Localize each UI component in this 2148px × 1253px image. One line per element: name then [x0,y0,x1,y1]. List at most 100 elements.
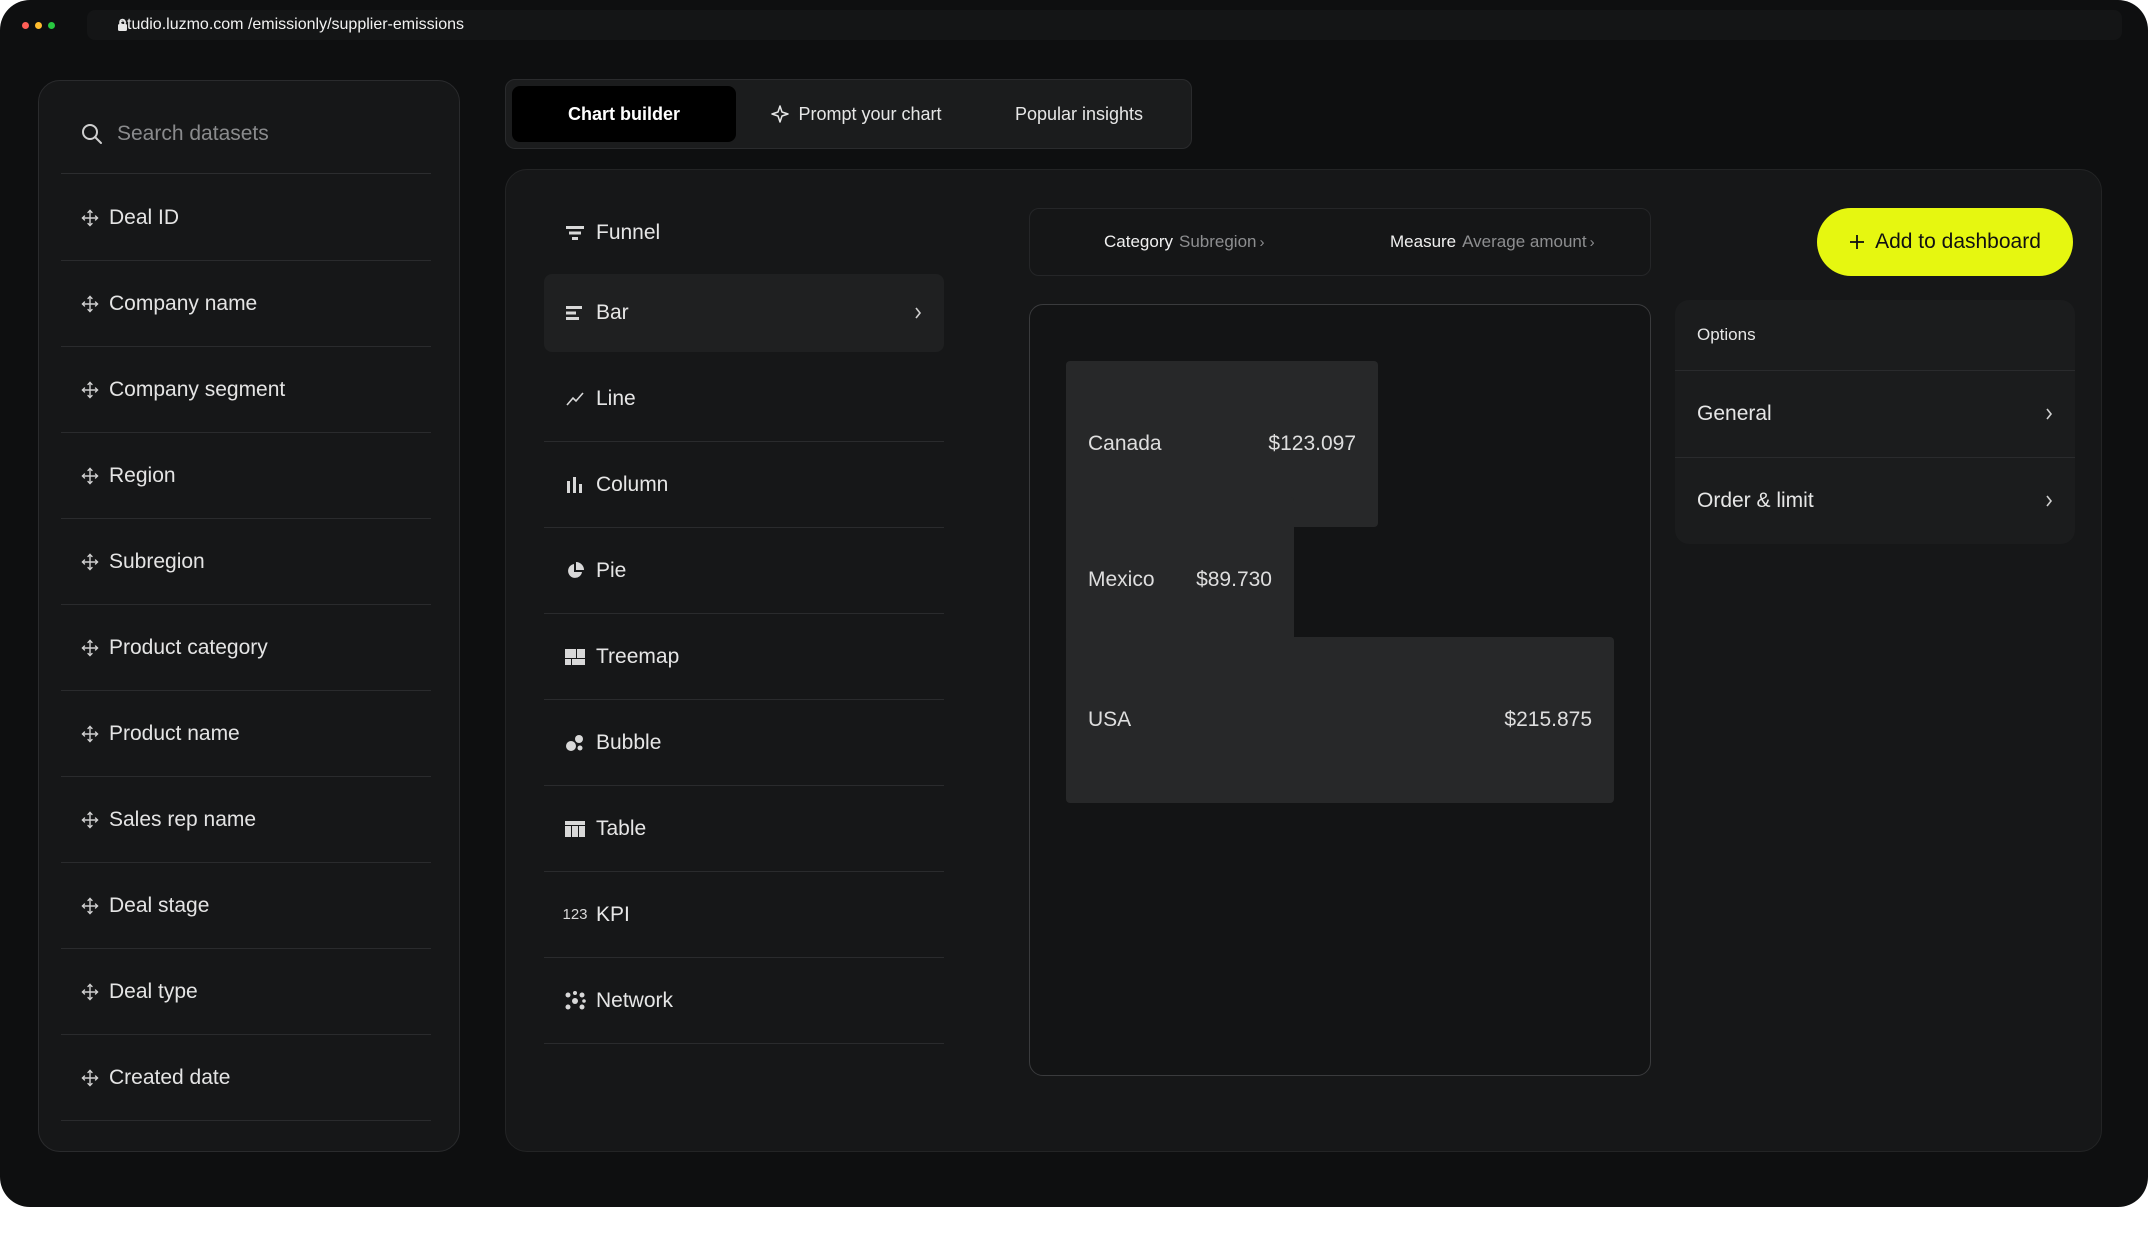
field-label: Company segment [109,377,286,401]
pie-icon [564,561,586,580]
chart-type-label: Line [596,386,636,410]
chart-type-funnel[interactable]: Funnel [544,192,944,274]
chevron-right-icon: › [1259,233,1265,251]
field-item[interactable]: Company name [61,261,431,347]
option-general[interactable]: General [1675,371,2075,458]
minimize-dot[interactable] [35,21,42,29]
address-bar[interactable]: studio.luzmo.com /emissionly/supplier-em… [87,10,2122,40]
bar-chart-preview: Canada $123.097 Mexico $89.730 USA $215.875 [1029,304,1651,1076]
field-item[interactable]: Sales rep name [61,777,431,863]
field-label: Deal ID [109,205,180,229]
bubble-icon [564,734,586,752]
chart-type-table[interactable]: Table [544,786,944,872]
chevron-right-icon [2045,489,2053,513]
slot-key: Category [1104,232,1173,251]
chart-type-line[interactable]: Line [544,356,944,442]
bar-category-label: Canada [1088,432,1162,455]
move-icon [81,811,99,829]
chart-type-kpi[interactable]: 123 KPI [544,872,944,958]
chevron-right-icon [2045,402,2053,426]
window-controls [22,21,55,29]
column-icon [564,476,586,493]
search-icon [82,124,102,144]
field-item[interactable]: Deal type [61,949,431,1035]
field-item[interactable]: Product category [61,605,431,691]
treemap-icon [564,648,586,665]
chart-type-label: Network [596,988,674,1012]
field-label: Product name [109,721,240,745]
field-label: Region [109,463,176,487]
bar-value-label: $123.097 [1268,432,1356,455]
field-item[interactable]: Created date [61,1035,431,1121]
move-icon [81,897,99,915]
bar-icon [564,305,586,321]
tab-label: Prompt your chart [798,103,942,124]
field-label: Created date [109,1065,231,1089]
builder-tabs: Chart builder Prompt your chart Popular … [505,79,1192,149]
chart-type-treemap[interactable]: Treemap [544,614,944,700]
field-label: Product category [109,635,268,659]
maximize-dot[interactable] [48,21,55,29]
move-icon [81,639,99,657]
slot-key: Measure [1390,232,1457,251]
chart-type-label: Pie [596,558,627,582]
tab-label: Popular insights [1014,103,1144,124]
slot-value: Subregion [1178,232,1257,251]
chart-type-label: Treemap [596,644,680,668]
bar-value-label: $215.875 [1504,708,1592,731]
close-dot[interactable] [22,21,29,29]
field-item[interactable]: Company segment [61,347,431,433]
search-datasets[interactable]: Search datasets [61,95,431,174]
chart-type-pie[interactable]: Pie [544,528,944,614]
field-label: Deal type [109,979,198,1003]
field-item[interactable]: Region [61,433,431,519]
bar-category-label: USA [1088,708,1132,731]
field-item[interactable]: Product name [61,691,431,777]
app-window: studio.luzmo.com /emissionly/supplier-em… [0,0,2148,1207]
field-item[interactable]: Deal stage [61,863,431,949]
bar-category-label: Mexico [1088,568,1155,591]
chart-type-label: Bubble [596,730,662,754]
tab-popular-insights[interactable]: Popular insights [974,86,1184,142]
category-slot[interactable]: Category Subregion › [1104,232,1265,252]
chart-type-bubble[interactable]: Bubble [544,700,944,786]
field-list: Deal ID Company name Company segment Region… [61,175,431,1121]
chart-type-label: Funnel [596,221,661,244]
field-item[interactable]: Deal ID [61,175,431,261]
line-icon [564,391,586,407]
search-input[interactable]: Search datasets [117,122,269,146]
move-icon [81,295,99,313]
chart-type-label: Table [596,816,647,840]
chart-type-label: KPI [596,902,630,926]
field-label: Company name [109,291,258,315]
option-label: Order & limit [1697,489,1814,512]
chart-type-bar[interactable]: Bar [544,274,944,352]
option-order-limit[interactable]: Order & limit [1675,458,2075,544]
dataset-sidebar: Search datasets Deal ID Company name Compa… [38,80,460,1152]
funnel-icon [564,225,586,241]
option-label: General [1697,402,1772,425]
move-icon [81,209,99,227]
slot-value: Average amount [1462,232,1587,251]
add-button-label: Add to dashboard [1875,230,2041,253]
chart-type-network[interactable]: Network [544,958,944,1044]
options-panel: Options General Order & limit [1675,300,2075,544]
field-label: Sales rep name [109,807,257,831]
move-icon [81,553,99,571]
tab-label: Chart builder [567,103,680,124]
field-label: Deal stage [109,893,210,917]
field-item[interactable]: Subregion [61,519,431,605]
tab-chart-builder[interactable]: Chart builder [512,86,736,142]
add-to-dashboard-button[interactable]: Add to dashboard [1817,208,2073,276]
lock-icon [118,18,127,31]
chart-type-label: Column [596,472,669,496]
measure-slot[interactable]: Measure Average amount › [1390,232,1595,252]
tab-prompt-your-chart[interactable]: Prompt your chart [746,86,966,142]
chevron-right-icon [914,301,922,325]
chart-type-label: Bar [596,301,629,324]
chart-bar[interactable]: USA $215.875 [1066,637,1614,803]
chart-type-column[interactable]: Column [544,442,944,528]
field-label: Subregion [109,549,205,573]
move-icon [81,725,99,743]
url-text: studio.luzmo.com /emissionly/supplier-em… [119,16,465,33]
